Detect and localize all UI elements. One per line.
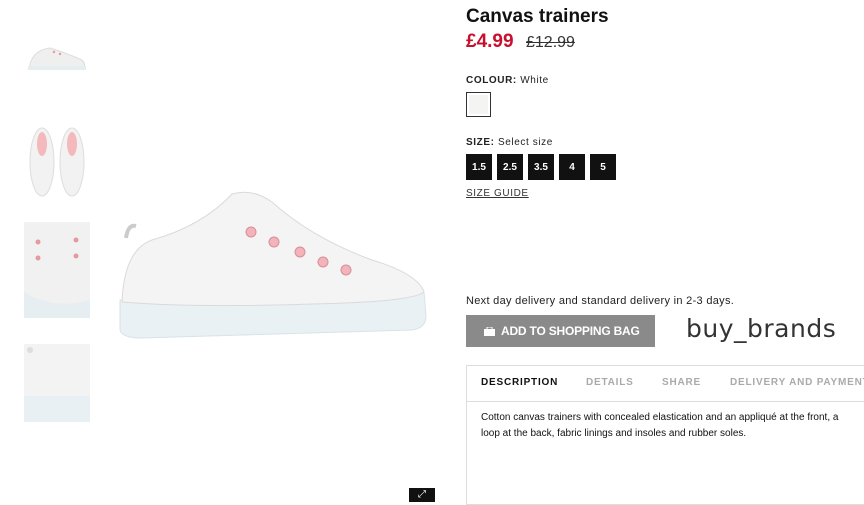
description-line-2: loop at the back, fabric linings and ins… [481,428,747,439]
description-line-1: Cotton canvas trainers with concealed el… [481,412,839,423]
thumbnail-sole-detail[interactable] [24,344,90,422]
delivery-info: Next day delivery and standard delivery … [466,295,735,307]
add-to-shopping-bag-button[interactable]: ADD TO SHOPPING BAG [466,315,655,347]
colour-label-row: COLOUR: White [466,75,549,86]
size-option-1.5[interactable]: 1.5 [466,154,492,180]
swatch-fill [469,95,488,114]
size-option-2.5[interactable]: 2.5 [497,154,523,180]
watermark-text: buy_brands [686,314,837,343]
product-tabs: DESCRIPTION DETAILS SHARE DELIVERY AND P… [466,365,864,505]
main-product-image[interactable] [112,180,442,350]
thumbnail-top-view[interactable] [24,122,90,202]
size-label: SIZE: [466,137,495,148]
current-price: £4.99 [466,31,514,52]
product-title: Canvas trainers [466,6,609,27]
price-row: £4.99 £12.99 [466,31,575,53]
size-options: 1.5 2.5 3.5 4 5 [466,154,616,180]
tab-details[interactable]: DETAILS [586,377,634,388]
thumbnail-detail-top[interactable] [24,222,90,318]
size-value: Select size [497,137,553,148]
bag-icon [484,326,495,336]
thumbnail-side-view[interactable] [24,30,90,90]
size-label-row: SIZE: Select size [466,137,553,148]
size-guide-link[interactable]: SIZE GUIDE [466,188,529,199]
add-to-bag-label: ADD TO SHOPPING BAG [501,324,640,338]
original-price: £12.99 [526,34,575,51]
tab-delivery-and-payment[interactable]: DELIVERY AND PAYMENT [730,377,864,388]
tab-description[interactable]: DESCRIPTION [481,377,558,388]
colour-value: White [520,75,549,86]
description-text: Cotton canvas trainers with concealed el… [481,410,864,442]
colour-swatch-white[interactable] [466,92,491,117]
size-option-4[interactable]: 4 [559,154,585,180]
size-option-5[interactable]: 5 [590,154,616,180]
colour-label: COLOUR: [466,75,517,86]
size-option-3.5[interactable]: 3.5 [528,154,554,180]
tab-share[interactable]: SHARE [662,377,701,388]
tab-bar: DESCRIPTION DETAILS SHARE DELIVERY AND P… [467,366,864,402]
